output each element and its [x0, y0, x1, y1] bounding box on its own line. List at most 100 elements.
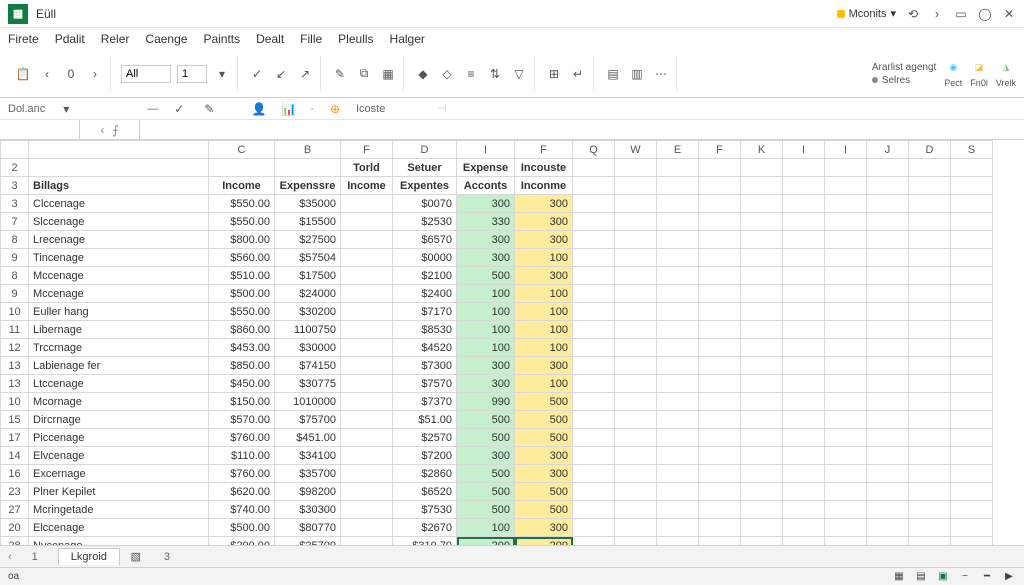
increase-icon[interactable]: ↗	[296, 65, 314, 83]
cell[interactable]: $860.00	[209, 321, 275, 339]
col-header[interactable]: D	[909, 141, 951, 159]
name-dropdown-icon[interactable]: ▾	[57, 100, 75, 118]
cell[interactable]: $75700	[275, 411, 341, 429]
check2-icon[interactable]: ✓	[170, 100, 188, 118]
chevron-right-icon[interactable]: ›	[86, 65, 104, 83]
cell[interactable]: 300	[457, 231, 515, 249]
sheet-tab-3[interactable]: 3	[152, 549, 182, 565]
cell[interactable]: $570.00	[209, 411, 275, 429]
font-size[interactable]	[177, 65, 207, 83]
cell[interactable]: $0000	[393, 249, 457, 267]
play-icon[interactable]: ▶	[1002, 570, 1016, 584]
cell[interactable]: 300	[457, 249, 515, 267]
cell[interactable]: 500	[457, 483, 515, 501]
cell[interactable]: Slccenage	[29, 213, 209, 231]
cell[interactable]: $740.00	[209, 501, 275, 519]
cell[interactable]: 100	[515, 375, 573, 393]
cell[interactable]: $500.00	[209, 519, 275, 537]
cell[interactable]: $30775	[275, 375, 341, 393]
formula-input[interactable]	[140, 120, 1024, 139]
cell[interactable]: 300	[515, 267, 573, 285]
menu-halger[interactable]: Halger	[390, 32, 425, 46]
view-normal-icon[interactable]: ▦	[892, 570, 906, 584]
row-header[interactable]: 13	[1, 375, 29, 393]
cell[interactable]: $451.00	[275, 429, 341, 447]
cell[interactable]: Elvcenage	[29, 447, 209, 465]
cell[interactable]: 500	[457, 267, 515, 285]
cell[interactable]	[341, 519, 393, 537]
col-header[interactable]: F	[699, 141, 741, 159]
cell[interactable]: 100	[457, 339, 515, 357]
cell[interactable]: 500	[457, 501, 515, 519]
cell[interactable]: $74150	[275, 357, 341, 375]
cell[interactable]: $560.00	[209, 249, 275, 267]
close-icon[interactable]: ✕	[1002, 7, 1016, 21]
col-header[interactable]: K	[741, 141, 783, 159]
row-header[interactable]: 23	[1, 483, 29, 501]
cell[interactable]: Expenssre	[275, 177, 341, 195]
cell[interactable]: 300	[515, 519, 573, 537]
cell[interactable]: $760.00	[209, 429, 275, 447]
pect-button[interactable]: ◉Pect	[944, 60, 962, 88]
col-header[interactable]: I	[825, 141, 867, 159]
cell[interactable]: Mccenage	[29, 285, 209, 303]
row-header[interactable]: 14	[1, 447, 29, 465]
cell[interactable]: $6570	[393, 231, 457, 249]
col-header[interactable]: Q	[573, 141, 615, 159]
tab-nav-prev[interactable]: ‹	[8, 551, 12, 563]
col-header[interactable]: S	[951, 141, 993, 159]
sheet-tab-1[interactable]: 1	[20, 549, 50, 565]
fx-cancel-icon[interactable]: ‹	[100, 123, 104, 137]
row-header[interactable]: 3	[1, 195, 29, 213]
cell[interactable]: $2530	[393, 213, 457, 231]
font-name[interactable]	[121, 65, 171, 83]
cell[interactable]: Euller hang	[29, 303, 209, 321]
cell[interactable]: Income	[341, 177, 393, 195]
cell[interactable]: $7300	[393, 357, 457, 375]
cell[interactable]	[341, 429, 393, 447]
col-header[interactable]: E	[657, 141, 699, 159]
filter-icon[interactable]: ▽	[510, 65, 528, 83]
cell[interactable]: 500	[457, 429, 515, 447]
cell[interactable]: Mcringetade	[29, 501, 209, 519]
cell[interactable]: $7370	[393, 393, 457, 411]
cell[interactable]: 100	[457, 321, 515, 339]
highlight-icon[interactable]: ⧉	[355, 65, 373, 83]
row-header[interactable]: 20	[1, 519, 29, 537]
cell[interactable]	[341, 357, 393, 375]
cell[interactable]: $4520	[393, 339, 457, 357]
cell[interactable]: $57504	[275, 249, 341, 267]
row-header[interactable]: 9	[1, 249, 29, 267]
border-icon[interactable]: ▦	[379, 65, 397, 83]
cell[interactable]: Mccenage	[29, 267, 209, 285]
cell[interactable]: 300	[457, 195, 515, 213]
cell[interactable]: 1010000	[275, 393, 341, 411]
cell[interactable]: 300	[515, 465, 573, 483]
brush-icon[interactable]: ✎	[200, 100, 218, 118]
cell[interactable]: Tincenage	[29, 249, 209, 267]
cell[interactable]: $27500	[275, 231, 341, 249]
cell[interactable]: $550.00	[209, 303, 275, 321]
cell[interactable]: $510.00	[209, 267, 275, 285]
styles-icon[interactable]: ▥	[628, 65, 646, 83]
cell[interactable]: 990	[457, 393, 515, 411]
sheet-extra-icon[interactable]: ▧	[128, 549, 144, 565]
cell[interactable]: 100	[515, 285, 573, 303]
merge-icon[interactable]: ⊞	[545, 65, 563, 83]
fill-icon[interactable]: ◆	[414, 65, 432, 83]
grid[interactable]: C B F D I F Q W E F K I I J D S 2 Torld …	[0, 140, 1024, 580]
cell[interactable]: 500	[515, 501, 573, 519]
menu-reler[interactable]: Reler	[101, 32, 130, 46]
forward-icon[interactable]: ›	[930, 7, 944, 21]
cell-reference-box[interactable]	[0, 120, 80, 139]
cell[interactable]: $2100	[393, 267, 457, 285]
menu-caenge[interactable]: Caenge	[145, 32, 187, 46]
vrek-button[interactable]: ◮Vrelk	[996, 60, 1016, 88]
col-header[interactable]	[29, 141, 209, 159]
font-dropdown-icon[interactable]: ▾	[213, 65, 231, 83]
view-break-icon[interactable]: ▣	[936, 570, 950, 584]
row-header[interactable]: 17	[1, 429, 29, 447]
wrap-icon[interactable]: ↵	[569, 65, 587, 83]
view-page-icon[interactable]: ▤	[914, 570, 928, 584]
zoom-out-icon[interactable]: −	[958, 570, 972, 584]
